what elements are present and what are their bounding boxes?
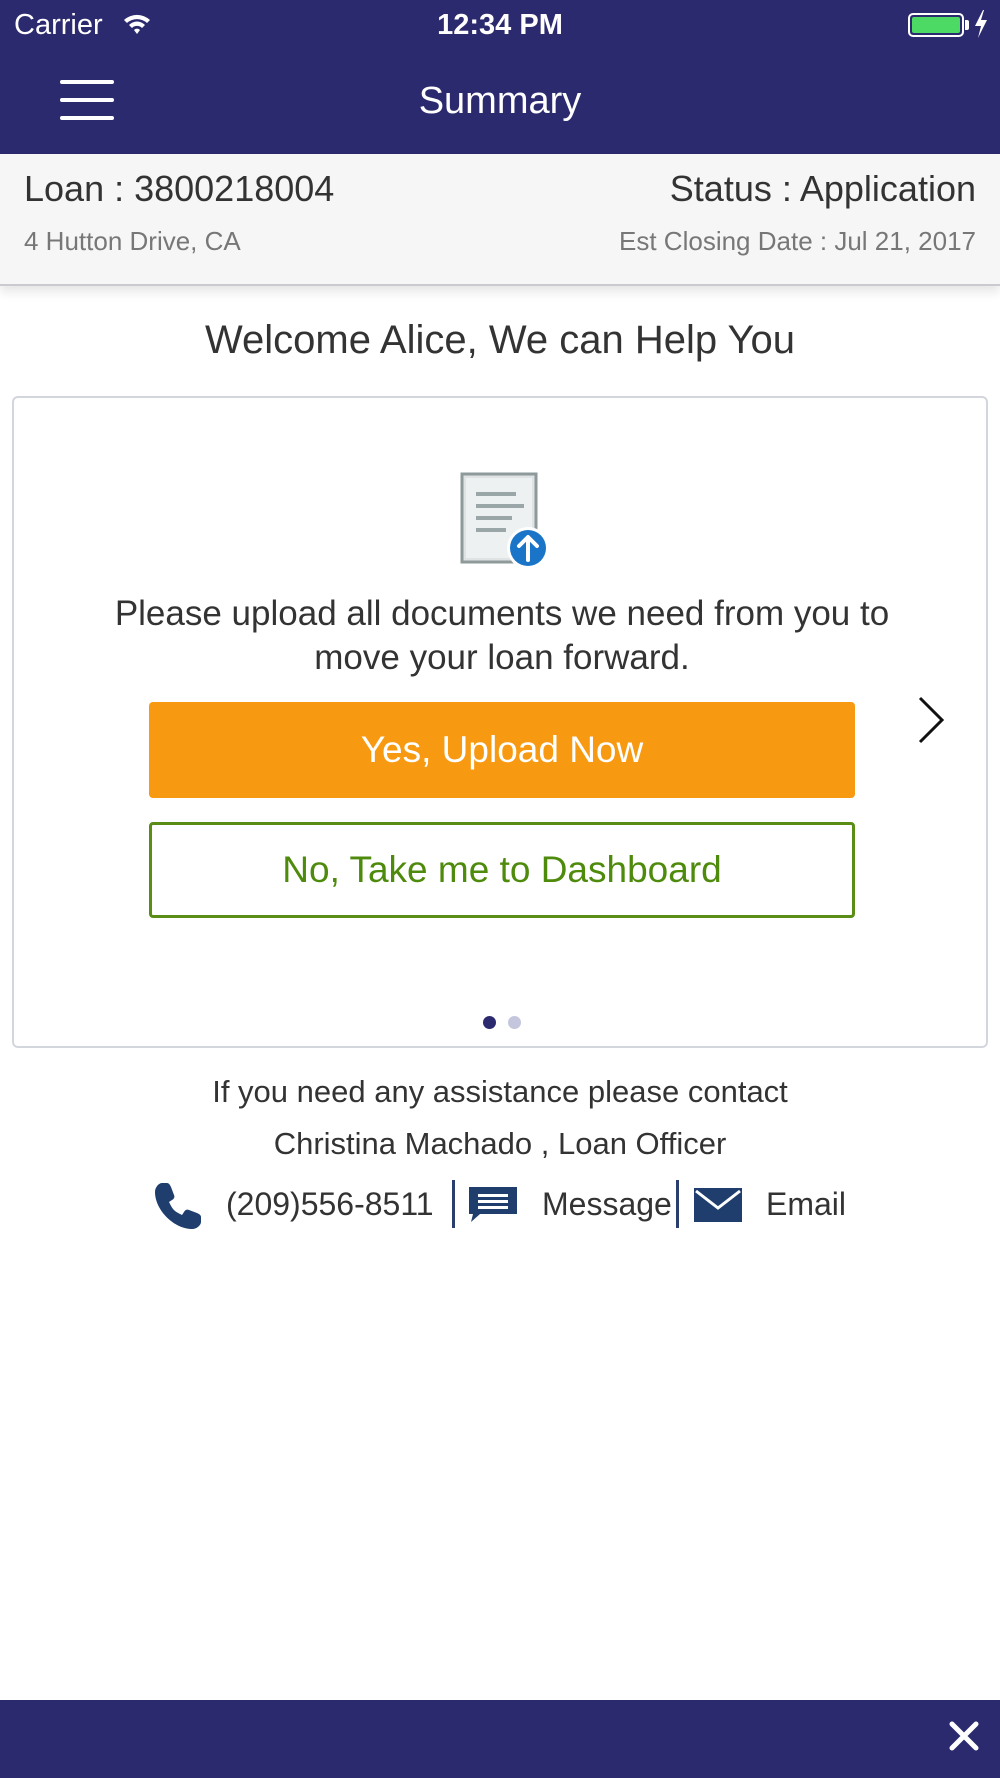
battery-icon <box>908 13 964 37</box>
property-address: 4 Hutton Drive, CA <box>24 226 241 256</box>
contact-divider <box>676 1180 679 1228</box>
battery-tip <box>965 20 969 30</box>
dashboard-button[interactable]: No, Take me to Dashboard <box>149 822 855 918</box>
message-link[interactable]: Message <box>542 1186 672 1223</box>
welcome-heading: Welcome Alice, We can Help You <box>205 318 795 362</box>
phone-icon[interactable] <box>152 1180 204 1232</box>
loan-number: Loan : 3800218004 <box>24 168 335 209</box>
status-bar: Carrier 12:34 PM <box>0 0 1000 50</box>
phone-number-link[interactable]: (209)556-8511 <box>226 1186 434 1223</box>
document-upload-icon <box>460 472 549 569</box>
close-icon[interactable] <box>944 1716 984 1756</box>
upload-prompt-card: Please upload all documents we need from… <box>12 396 988 1048</box>
contact-options: (209)556-8511 Message Email <box>0 1176 1000 1232</box>
email-icon[interactable] <box>692 1186 744 1224</box>
page-title: Summary <box>418 80 582 122</box>
top-navigation-bar: Carrier 12:34 PM Summary <box>0 0 1000 154</box>
contact-divider <box>452 1180 455 1228</box>
loan-officer-name: Christina Machado , Loan Officer <box>273 1126 727 1161</box>
chevron-right-icon[interactable] <box>914 694 948 746</box>
assistance-text: If you need any assistance please contac… <box>212 1074 788 1109</box>
est-closing-date: Est Closing Date : Jul 21, 2017 <box>619 226 976 256</box>
loan-status: Status : Application <box>669 168 976 209</box>
clock-time: 12:34 PM <box>437 9 563 41</box>
upload-message: Please upload all documents we need from… <box>114 594 890 677</box>
upload-now-button[interactable]: Yes, Upload Now <box>149 702 855 798</box>
loan-summary-bar: Loan : 3800218004 Status : Application 4… <box>0 154 1000 286</box>
page-dot-1[interactable] <box>483 1016 496 1029</box>
email-link[interactable]: Email <box>766 1186 846 1223</box>
page-indicator <box>14 1016 990 1029</box>
page-dot-2[interactable] <box>508 1016 521 1029</box>
charging-bolt-icon <box>975 10 987 38</box>
bottom-bar <box>0 1700 1000 1778</box>
message-icon[interactable] <box>466 1184 520 1224</box>
